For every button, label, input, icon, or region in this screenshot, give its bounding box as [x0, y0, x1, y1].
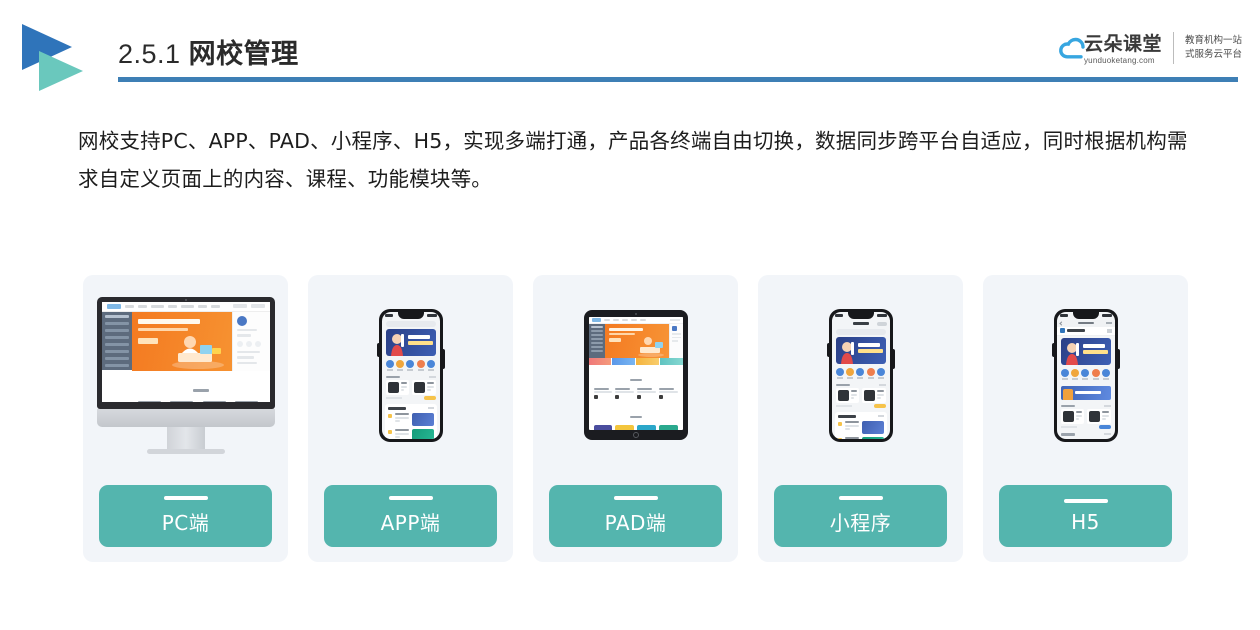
device-label-pc[interactable]: PC端	[99, 485, 272, 547]
title-underline	[118, 77, 1238, 82]
device-label-app[interactable]: APP端	[324, 485, 497, 547]
miniprogram-screenshot	[831, 311, 890, 439]
device-label-h5[interactable]: H5	[999, 485, 1172, 547]
device-card-miniprogram[interactable]: 小程序	[758, 275, 963, 562]
imac-chin	[96, 408, 275, 427]
pc-website-screenshot	[101, 301, 270, 402]
page-title: 2.5.1 网校管理	[118, 38, 299, 70]
label-dash	[838, 496, 883, 500]
notch-icon	[1072, 311, 1099, 319]
body-paragraph: 网校支持PC、APP、PAD、小程序、H5，实现多端打通，产品各终端自由切换，数…	[78, 129, 1188, 191]
app-screenshot	[381, 311, 440, 439]
device-label-text: 小程序	[829, 511, 892, 535]
section-title: 网校管理	[188, 39, 299, 69]
device-label-pad[interactable]: PAD端	[549, 485, 722, 547]
brand-divider	[1172, 32, 1174, 64]
imac-base	[146, 448, 225, 454]
pad-website-screenshot	[588, 317, 683, 430]
site-header	[1056, 326, 1115, 336]
device-label-text: H5	[1071, 509, 1100, 534]
imac-stand	[166, 426, 205, 449]
h5-phone-device	[983, 275, 1188, 475]
triangle-teal-icon	[39, 51, 83, 91]
device-label-text: APP端	[380, 511, 441, 535]
home-button-icon[interactable]	[632, 432, 639, 438]
device-card-pc[interactable]: PC端	[83, 275, 288, 562]
device-label-miniprogram[interactable]: 小程序	[774, 485, 947, 547]
search-bar	[835, 328, 886, 335]
notch-icon	[397, 311, 424, 319]
search-bar	[385, 320, 436, 327]
device-card-row: PC端 APP端 PAD端 小程序 H5	[83, 275, 1188, 562]
imac-device	[83, 275, 288, 475]
device-card-h5[interactable]: H5	[983, 275, 1188, 562]
camera-icon	[184, 298, 187, 301]
brand-tagline-line1: 教育机构一站	[1184, 34, 1242, 46]
device-card-pad[interactable]: PAD端	[533, 275, 738, 562]
camera-icon	[634, 313, 637, 315]
section-number: 2.5.1	[118, 39, 181, 69]
slide: 2.5.1 网校管理 云朵课堂 yunduoketang.com 教育机构一站 …	[0, 0, 1260, 630]
notch-icon	[847, 311, 874, 319]
brand-tagline: 教育机构一站 式服务云平台	[1185, 34, 1242, 63]
h5-screenshot	[1056, 311, 1115, 439]
brand-logo: 云朵课堂 yunduoketang.com 教育机构一站 式服务云平台	[1052, 26, 1242, 70]
device-card-app[interactable]: APP端	[308, 275, 513, 562]
iphone-device	[308, 275, 513, 475]
device-label-text: PC端	[161, 511, 210, 535]
brand-name-cn: 云朵课堂	[1083, 33, 1162, 55]
miniprogram-phone-device	[758, 275, 963, 475]
cloud-icon	[1056, 31, 1090, 65]
promo-banner	[1060, 385, 1111, 400]
label-dash	[1063, 498, 1108, 503]
label-dash	[388, 496, 433, 500]
label-dash	[613, 496, 658, 500]
miniprogram-titlebar	[831, 319, 890, 328]
ipad-device	[533, 275, 738, 475]
device-label-text: PAD端	[604, 511, 667, 535]
double-triangle-logo-icon	[22, 22, 94, 94]
label-dash	[163, 496, 208, 500]
browser-chrome	[1056, 319, 1115, 327]
brand-name-en: yunduoketang.com	[1083, 56, 1155, 65]
brand-tagline-line2: 式服务云平台	[1184, 49, 1242, 60]
